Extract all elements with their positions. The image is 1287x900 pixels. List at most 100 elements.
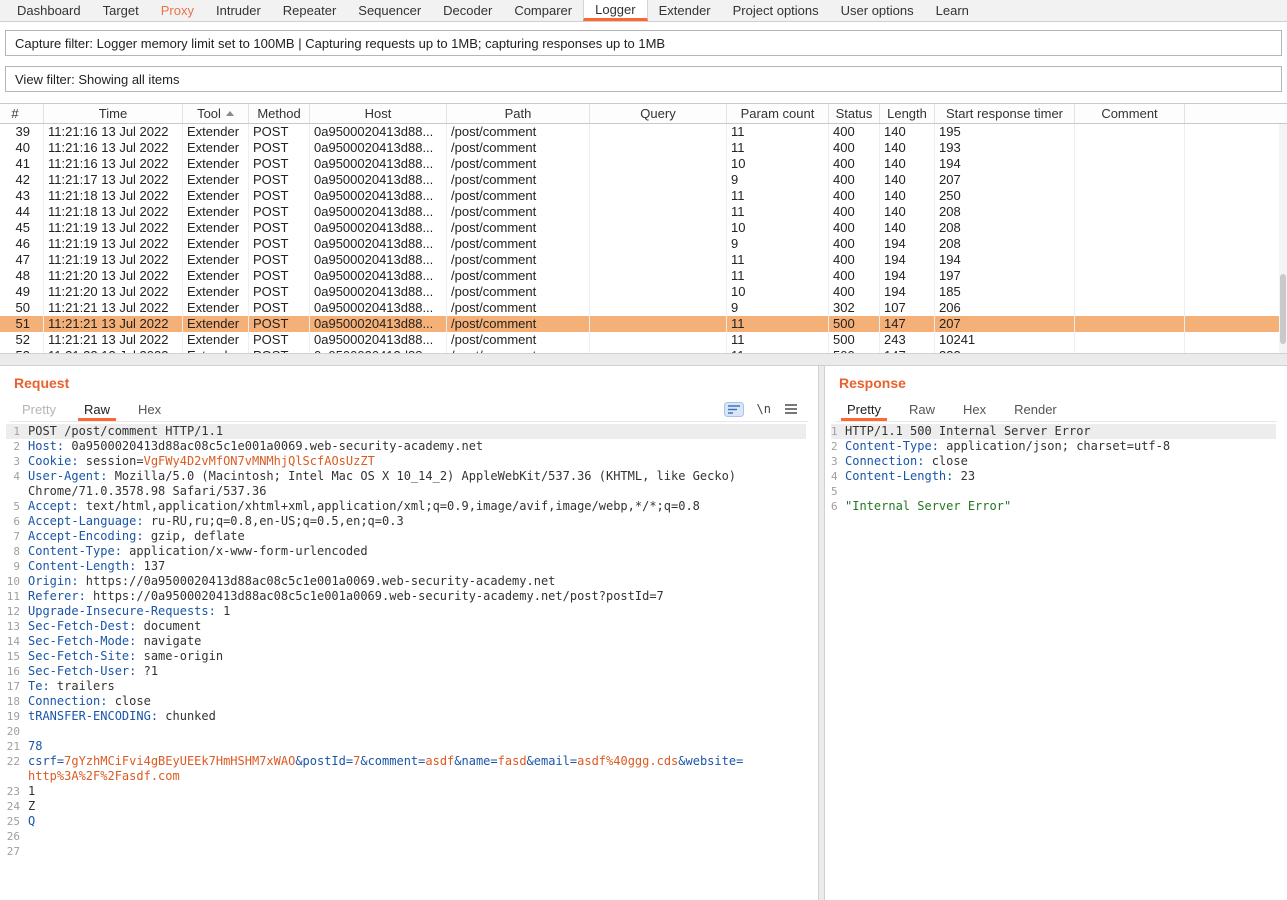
menu-tab-logger[interactable]: Logger — [583, 0, 647, 21]
column-header-query[interactable]: Query — [590, 104, 727, 123]
column-header-comment[interactable]: Comment — [1075, 104, 1185, 123]
view-filter-bar[interactable]: View filter: Showing all items — [5, 66, 1282, 92]
line-number: 27 — [6, 844, 28, 859]
editor-line: 24Z — [6, 799, 806, 814]
line-content: Accept: text/html,application/xhtml+xml,… — [28, 499, 748, 514]
column-header-method[interactable]: Method — [249, 104, 310, 123]
response-editor[interactable]: 1HTTP/1.1 500 Internal Server Error2Cont… — [831, 424, 1276, 514]
cell-status: 400 — [829, 156, 880, 172]
menu-tab-intruder[interactable]: Intruder — [205, 0, 272, 21]
cell-length: 140 — [880, 124, 935, 140]
menu-tab-dashboard[interactable]: Dashboard — [6, 0, 92, 21]
line-number: 23 — [6, 784, 28, 799]
table-row[interactable]: 4211:21:17 13 Jul 2022ExtenderPOST0a9500… — [0, 172, 1287, 188]
table-row[interactable]: 3911:21:16 13 Jul 2022ExtenderPOST0a9500… — [0, 124, 1287, 140]
newline-glyph-icon[interactable]: \n — [757, 402, 771, 416]
menu-tab-decoder[interactable]: Decoder — [432, 0, 503, 21]
table-row[interactable]: 5011:21:21 13 Jul 2022ExtenderPOST0a9500… — [0, 300, 1287, 316]
cell-query — [590, 172, 727, 188]
column-header-length[interactable]: Length — [880, 104, 935, 123]
cell-filler — [1185, 332, 1287, 348]
token: 1 — [28, 784, 35, 798]
line-content: "Internal Server Error" — [845, 499, 1255, 514]
menu-tab-repeater[interactable]: Repeater — [272, 0, 347, 21]
menu-tab-sequencer[interactable]: Sequencer — [347, 0, 432, 21]
cell-start_response_timer: 193 — [935, 140, 1075, 156]
cell-length: 243 — [880, 332, 935, 348]
menu-tab-project-options[interactable]: Project options — [722, 0, 830, 21]
cell-num: 50 — [0, 300, 44, 316]
token: Sec-Fetch-User: — [28, 664, 136, 678]
table-row[interactable]: 4111:21:16 13 Jul 2022ExtenderPOST0a9500… — [0, 156, 1287, 172]
column-header-host[interactable]: Host — [310, 104, 447, 123]
column-header-start-response-timer[interactable]: Start response timer — [935, 104, 1075, 123]
cell-time: 11:21:21 13 Jul 2022 — [44, 300, 183, 316]
column-header-tool[interactable]: Tool — [183, 104, 249, 123]
cell-comment — [1075, 220, 1185, 236]
token: close — [107, 694, 150, 708]
table-row[interactable]: 4711:21:19 13 Jul 2022ExtenderPOST0a9500… — [0, 252, 1287, 268]
table-row[interactable]: 4611:21:19 13 Jul 2022ExtenderPOST0a9500… — [0, 236, 1287, 252]
capture-filter-bar[interactable]: Capture filter: Logger memory limit set … — [5, 30, 1282, 56]
column-header-status[interactable]: Status — [829, 104, 880, 123]
table-row[interactable]: 4411:21:18 13 Jul 2022ExtenderPOST0a9500… — [0, 204, 1287, 220]
cell-time: 11:21:21 13 Jul 2022 — [44, 332, 183, 348]
menubar: DashboardTargetProxyIntruderRepeaterSequ… — [0, 0, 1287, 22]
token: VgFWy4D2vMfON7vMNMhjQlScfAOsUzZT — [144, 454, 375, 468]
token: session= — [79, 454, 144, 468]
editor-line: 20 — [6, 724, 806, 739]
editor-menu-icon[interactable] — [784, 403, 798, 415]
token: gzip, deflate — [144, 529, 245, 543]
cell-tool: Extender — [183, 140, 249, 156]
response-tab-render[interactable]: Render — [1002, 397, 1069, 421]
request-panel: Request PrettyRawHex \n 1POST /post — [0, 366, 818, 900]
panel-divider[interactable] — [818, 366, 825, 900]
request-tab-hex[interactable]: Hex — [126, 397, 173, 421]
cell-comment — [1075, 284, 1185, 300]
cell-start_response_timer: 208 — [935, 220, 1075, 236]
menu-tab-extender[interactable]: Extender — [648, 0, 722, 21]
cell-method: POST — [249, 316, 310, 332]
response-tab-pretty[interactable]: Pretty — [835, 397, 893, 421]
menu-tab-learn[interactable]: Learn — [925, 0, 980, 21]
table-row[interactable]: 4911:21:20 13 Jul 2022ExtenderPOST0a9500… — [0, 284, 1287, 300]
response-tab-raw[interactable]: Raw — [897, 397, 947, 421]
request-tab-raw[interactable]: Raw — [72, 397, 122, 421]
request-editor[interactable]: 1POST /post/comment HTTP/1.12Host: 0a950… — [6, 424, 806, 859]
cell-method: POST — [249, 236, 310, 252]
menu-tab-user-options[interactable]: User options — [830, 0, 925, 21]
cell-status: 500 — [829, 332, 880, 348]
token: application/x-www-form-urlencoded — [122, 544, 368, 558]
cell-method: POST — [249, 300, 310, 316]
table-row[interactable]: 4011:21:16 13 Jul 2022ExtenderPOST0a9500… — [0, 140, 1287, 156]
table-row[interactable]: 4511:21:19 13 Jul 2022ExtenderPOST0a9500… — [0, 220, 1287, 236]
word-wrap-icon[interactable] — [724, 402, 744, 417]
table-row[interactable]: 4311:21:18 13 Jul 2022ExtenderPOST0a9500… — [0, 188, 1287, 204]
table-row[interactable]: 4811:21:20 13 Jul 2022ExtenderPOST0a9500… — [0, 268, 1287, 284]
column-header-path[interactable]: Path — [447, 104, 590, 123]
cell-param_count: 10 — [727, 156, 829, 172]
menu-tab-proxy[interactable]: Proxy — [150, 0, 205, 21]
cell-status: 500 — [829, 316, 880, 332]
table-scrollbar-thumb[interactable] — [1280, 274, 1286, 344]
line-content: Connection: close — [28, 694, 748, 709]
response-tab-hex[interactable]: Hex — [951, 397, 998, 421]
cell-length: 140 — [880, 188, 935, 204]
line-number: 14 — [6, 634, 28, 649]
line-number: 2 — [831, 439, 845, 454]
menu-tab-comparer[interactable]: Comparer — [503, 0, 583, 21]
menu-tab-target[interactable]: Target — [92, 0, 150, 21]
cell-time: 11:21:18 13 Jul 2022 — [44, 204, 183, 220]
column-header-param-count[interactable]: Param count — [727, 104, 829, 123]
table-row[interactable]: 5211:21:21 13 Jul 2022ExtenderPOST0a9500… — [0, 332, 1287, 348]
column-header-time[interactable]: Time — [44, 104, 183, 123]
table-row[interactable]: 5111:21:21 13 Jul 2022ExtenderPOST0a9500… — [0, 316, 1287, 332]
line-content: Cookie: session=VgFWy4D2vMfON7vMNMhjQlSc… — [28, 454, 748, 469]
cell-comment — [1075, 124, 1185, 140]
cell-host: 0a9500020413d88... — [310, 268, 447, 284]
horizontal-splitter[interactable] — [0, 353, 1287, 366]
table-scrollbar[interactable] — [1279, 124, 1287, 353]
cell-status: 302 — [829, 300, 880, 316]
cell-filler — [1185, 140, 1287, 156]
column-header-[interactable]: # — [0, 104, 44, 123]
